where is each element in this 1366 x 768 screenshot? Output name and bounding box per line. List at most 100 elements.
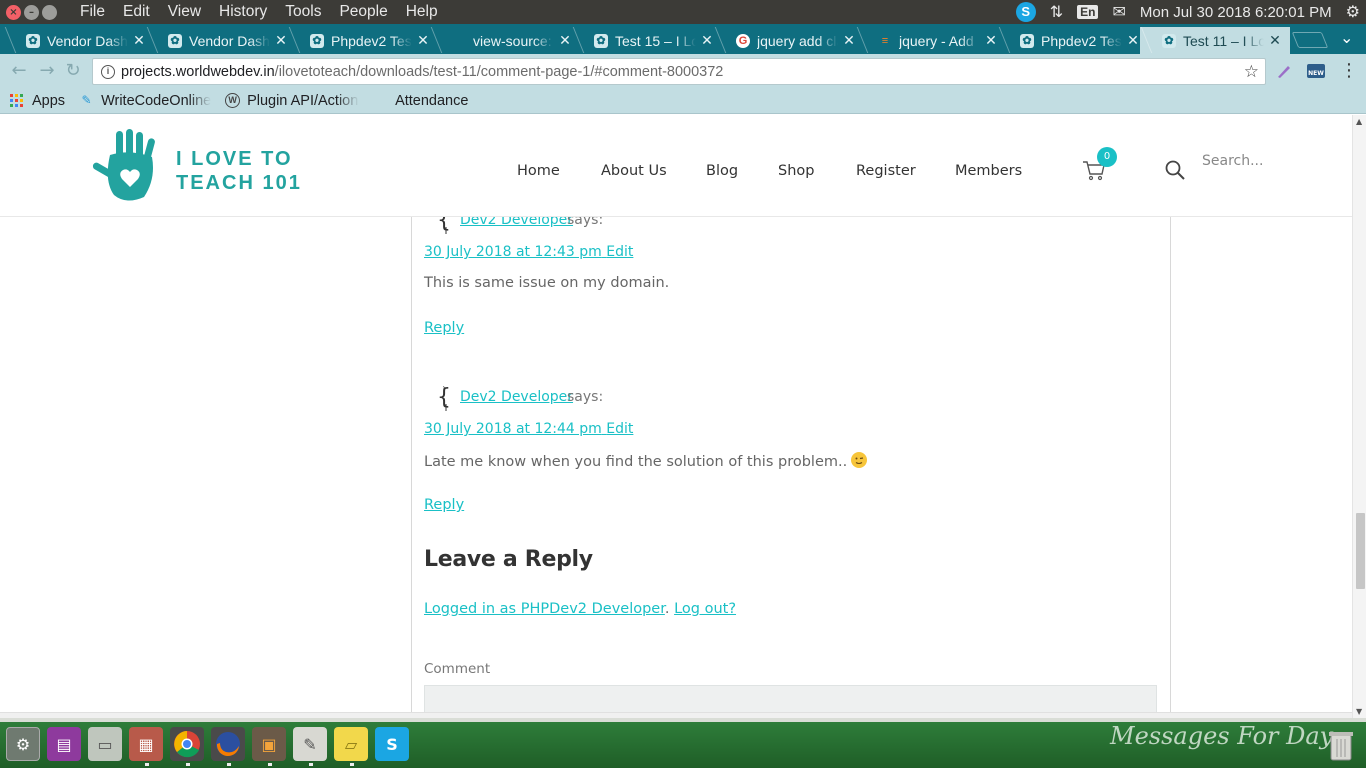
logged-in-as-link[interactable]: Logged in as PHPDev2 Developer <box>424 601 665 617</box>
nav-register[interactable]: Register <box>856 163 916 179</box>
bookmark-star-icon[interactable]: ☆ <box>1244 62 1259 82</box>
scroll-down-arrow-icon[interactable]: ▼ <box>1356 707 1362 716</box>
menu-help[interactable]: Help <box>397 3 447 21</box>
menu-tools[interactable]: Tools <box>276 3 330 21</box>
back-arrow-icon[interactable]: ← <box>8 60 30 82</box>
tab-close-icon[interactable]: ✕ <box>842 32 856 49</box>
menu-file[interactable]: File <box>71 3 114 21</box>
window-maximize-button[interactable] <box>42 4 57 20</box>
trash-icon[interactable] <box>1326 729 1356 761</box>
firefox-logo-icon <box>216 732 240 757</box>
nav-home[interactable]: Home <box>517 163 560 179</box>
logout-link[interactable]: Log out? <box>674 601 736 617</box>
skype-tray-icon[interactable]: S <box>1015 2 1036 22</box>
comment-date-text: 30 July 2018 at 12:44 pm <box>424 421 602 437</box>
text-editor-icon[interactable]: ✎ <box>293 727 327 761</box>
archive-manager-icon[interactable]: ▦ <box>129 727 163 761</box>
media-player-icon[interactable]: ▤ <box>47 727 81 761</box>
new-badge-extension-icon[interactable]: NEW <box>1306 62 1326 80</box>
tab-close-icon[interactable]: ✕ <box>274 32 288 49</box>
site-logo[interactable]: I LOVE TO TEACH 101 <box>90 129 300 203</box>
site-header: I LOVE TO TEACH 101 Home About Us Blog S… <box>0 115 1352 217</box>
nav-blog[interactable]: Blog <box>706 163 738 179</box>
chrome-menu-icon[interactable]: ⋮ <box>1338 60 1360 82</box>
comment-field-label: Comment <box>424 661 491 677</box>
bookmark-attendance[interactable]: Attendance <box>373 93 468 109</box>
pen-extension-icon[interactable] <box>1274 62 1294 80</box>
comment-author-link[interactable]: Dev2 Developer <box>460 389 573 405</box>
search-icon[interactable] <box>1164 159 1186 181</box>
comment-edit-link[interactable]: Edit <box>606 244 633 260</box>
comment-reply-link[interactable]: Reply <box>424 497 464 513</box>
page-vertical-scrollbar[interactable]: ▲ ▼ <box>1352 115 1366 718</box>
menu-history[interactable]: History <box>210 3 276 21</box>
window-minimize-button[interactable]: – <box>24 4 39 20</box>
page-horizontal-scrollbar[interactable] <box>0 712 1352 718</box>
system-clock[interactable]: Mon Jul 30 2018 6:20:01 PM <box>1140 4 1332 21</box>
comment-date-link[interactable]: 30 July 2018 at 12:43 pm Edit <box>424 244 633 260</box>
forward-arrow-icon[interactable]: → <box>36 60 58 82</box>
comment-date-link[interactable]: 30 July 2018 at 12:44 pm Edit <box>424 421 633 437</box>
drive-icon[interactable]: ▭ <box>88 727 122 761</box>
tab-vendor-dashboard-1[interactable]: ✿ Vendor Dashboard ✕ <box>4 27 154 54</box>
header-search-input[interactable]: Search... <box>1202 153 1302 173</box>
system-indicators: S ⇅ En ✉ Mon Jul 30 2018 6:20:01 PM ⚙ <box>1015 2 1360 22</box>
tab-close-icon[interactable]: ✕ <box>416 32 430 49</box>
menu-people[interactable]: People <box>330 3 396 21</box>
ubuntu-dock: Messages For Day ⚙ ▤ ▭ ▦ ▣ ✎ ▱ S <box>0 718 1366 768</box>
wp-favicon-icon: ✿ <box>1020 33 1034 48</box>
skype-icon[interactable]: S <box>375 727 409 761</box>
reload-icon[interactable]: ↻ <box>62 60 84 82</box>
blank-favicon-icon <box>373 93 388 108</box>
tab-title: Vendor Dashboard <box>189 32 270 49</box>
firefox-icon[interactable] <box>211 727 245 761</box>
nav-about-us[interactable]: About Us <box>601 163 667 179</box>
nav-shop[interactable]: Shop <box>778 163 814 179</box>
network-arrows-icon[interactable]: ⇅ <box>1050 2 1063 22</box>
bookmark-writecodeonline[interactable]: ✎ WriteCodeOnline <box>79 93 212 109</box>
tab-vendor-dashboard-2[interactable]: ✿ Vendor Dashboard ✕ <box>146 27 296 54</box>
tab-jquery-add[interactable]: ≡ jquery - Add ✕ <box>856 27 1006 54</box>
os-top-panel: × – File Edit View History Tools People … <box>0 0 1366 24</box>
tab-title: Test 11 – I Love <box>1183 32 1264 49</box>
tab-view-source[interactable]: view-source: ✕ <box>430 27 580 54</box>
comment-edit-link[interactable]: Edit <box>606 421 633 437</box>
tab-test-15[interactable]: ✿ Test 15 – I Love ✕ <box>572 27 722 54</box>
tab-close-icon[interactable]: ✕ <box>558 32 572 49</box>
bookmarks-bar: Apps ✎ WriteCodeOnline W Plugin API/Acti… <box>0 88 1366 114</box>
menu-edit[interactable]: Edit <box>114 3 159 21</box>
window-close-button[interactable]: × <box>6 4 21 20</box>
tab-jquery-add-class[interactable]: G jquery add class ✕ <box>714 27 864 54</box>
site-info-icon[interactable]: i <box>101 64 115 79</box>
keyboard-layout-indicator[interactable]: En <box>1077 5 1099 19</box>
power-gear-icon[interactable]: ⚙ <box>1346 2 1360 22</box>
tab-phpdev2-test-2[interactable]: ✿ Phpdev2 Test ✕ <box>998 27 1148 54</box>
bookmark-label: Apps <box>32 92 66 109</box>
chrome-logo-icon <box>174 731 200 758</box>
tab-close-icon[interactable]: ✕ <box>132 32 146 49</box>
tab-test-11-active[interactable]: ✿ Test 11 – I Love ✕ <box>1140 27 1290 54</box>
nav-members[interactable]: Members <box>955 163 1022 179</box>
sticky-notes-icon[interactable]: ▱ <box>334 727 368 761</box>
tab-phpdev2-test-1[interactable]: ✿ Phpdev2 Test ✕ <box>288 27 438 54</box>
scrollbar-thumb[interactable] <box>1356 513 1365 589</box>
window-restore-icon[interactable]: ⌄ <box>1340 28 1353 48</box>
bookmark-plugin-api[interactable]: W Plugin API/Action <box>225 93 359 109</box>
chrome-icon[interactable] <box>170 727 204 761</box>
menu-view[interactable]: View <box>159 3 210 21</box>
address-bar[interactable]: i projects.worldwebdev.in/ilovetoteach/d… <box>92 58 1266 85</box>
bookmark-apps[interactable]: Apps <box>10 93 65 109</box>
tab-close-icon[interactable]: ✕ <box>1268 32 1282 49</box>
tab-close-icon[interactable]: ✕ <box>700 32 714 49</box>
leave-reply-heading: Leave a Reply <box>424 547 593 572</box>
comment-reply-link[interactable]: Reply <box>424 320 464 336</box>
comment-body: This is same issue on my domain. <box>424 275 670 291</box>
tab-close-icon[interactable]: ✕ <box>1126 32 1140 49</box>
new-tab-button[interactable] <box>1291 32 1329 48</box>
window-controls: × – <box>6 4 57 20</box>
mail-envelope-icon[interactable]: ✉ <box>1112 2 1125 22</box>
scroll-up-arrow-icon[interactable]: ▲ <box>1356 117 1362 126</box>
ubuntu-settings-icon[interactable]: ⚙ <box>6 727 40 761</box>
tab-close-icon[interactable]: ✕ <box>984 32 998 49</box>
terminal-icon[interactable]: ▣ <box>252 727 286 761</box>
